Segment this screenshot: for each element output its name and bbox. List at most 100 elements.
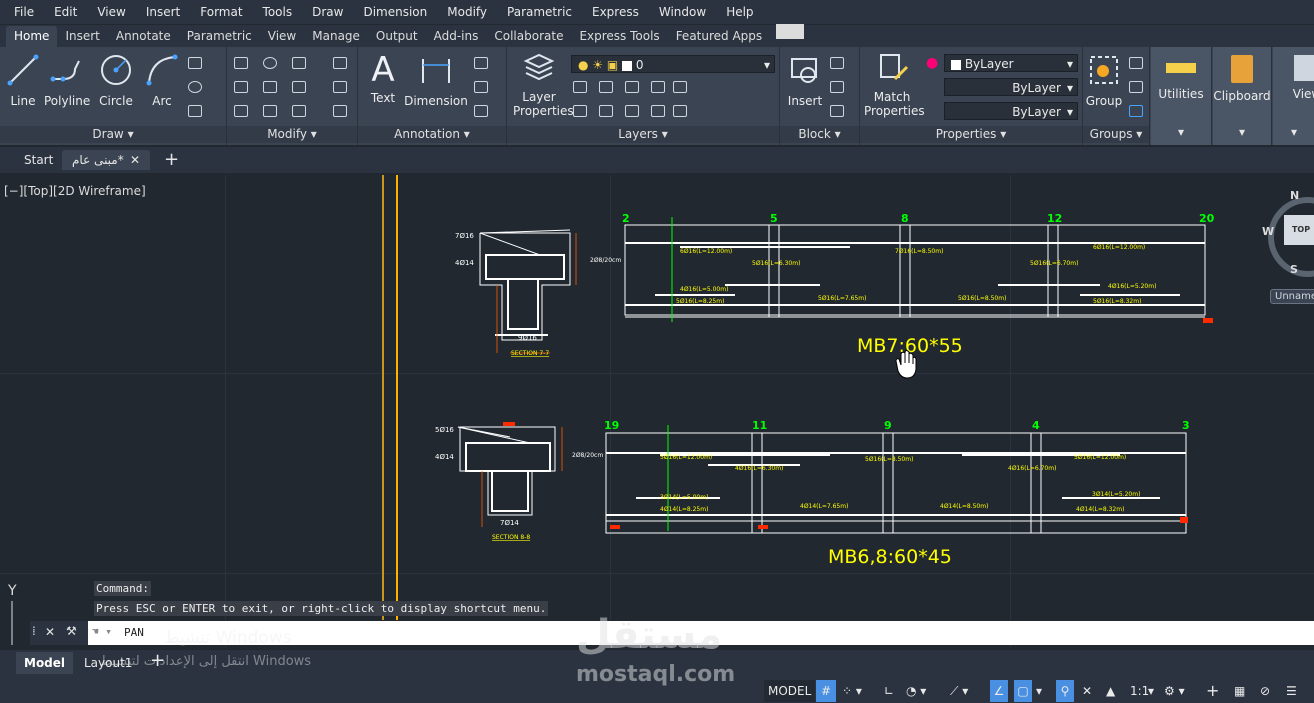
mirror-icon[interactable] bbox=[263, 81, 277, 93]
layer-tool-icon-10[interactable] bbox=[673, 105, 687, 117]
rotate-icon[interactable] bbox=[263, 57, 277, 69]
text-button[interactable]: A Text bbox=[366, 53, 400, 105]
tab-collaborate[interactable]: Collaborate bbox=[486, 26, 571, 47]
move-icon[interactable] bbox=[234, 57, 248, 69]
stretch-icon[interactable] bbox=[234, 105, 248, 117]
workspace-gear-icon[interactable]: ⚙ ▾ bbox=[1164, 680, 1185, 702]
menu-window[interactable]: Window bbox=[649, 5, 716, 19]
chevron-down-icon[interactable]: ▾ bbox=[1148, 680, 1154, 702]
grip-icon[interactable]: ⁞ bbox=[32, 624, 36, 638]
utilities-button[interactable]: Utilities bbox=[1151, 57, 1211, 101]
scale-dropdown[interactable]: 1:1 bbox=[1130, 680, 1149, 702]
tab-manage[interactable]: Manage bbox=[304, 26, 368, 47]
group-select-icon[interactable] bbox=[1129, 105, 1143, 117]
polar-icon[interactable]: ◔ ▾ bbox=[906, 680, 926, 702]
menu-format[interactable]: Format bbox=[190, 5, 252, 19]
scale-icon[interactable] bbox=[263, 105, 277, 117]
utilities-panel[interactable]: Utilities ▾ bbox=[1151, 47, 1212, 145]
groups-panel-title[interactable]: Groups ▾ bbox=[1083, 126, 1149, 143]
clipboard-button[interactable]: Clipboard bbox=[1213, 55, 1271, 103]
layer-tool-icon-6[interactable] bbox=[573, 105, 587, 117]
isodraft-icon[interactable]: ⟋ ▾ bbox=[950, 680, 968, 702]
properties-panel-title[interactable]: Properties ▾ bbox=[860, 126, 1082, 143]
grid-icon[interactable]: # bbox=[816, 680, 836, 702]
hatch-icon[interactable] bbox=[188, 105, 202, 117]
menu-dimension[interactable]: Dimension bbox=[353, 5, 437, 19]
group-edit-icon[interactable] bbox=[1129, 81, 1143, 93]
layer-tool-icon-1[interactable] bbox=[573, 81, 587, 93]
customize-icon[interactable]: ☰ bbox=[1286, 680, 1297, 702]
tab-featured-apps[interactable]: Featured Apps bbox=[668, 26, 770, 47]
annotation-panel-title[interactable]: Annotation ▾ bbox=[358, 126, 506, 143]
leader-list-icon[interactable] bbox=[474, 81, 488, 93]
layer-tool-icon-5[interactable] bbox=[673, 81, 687, 93]
menu-edit[interactable]: Edit bbox=[44, 5, 87, 19]
polyline-button[interactable]: Polyline bbox=[44, 53, 90, 108]
menu-insert[interactable]: Insert bbox=[136, 5, 190, 19]
view-panel[interactable]: View ▾ bbox=[1273, 47, 1314, 145]
compass-west[interactable]: W bbox=[1262, 225, 1274, 238]
compass-south[interactable]: S bbox=[1290, 263, 1298, 276]
offset-icon[interactable] bbox=[333, 105, 347, 117]
model-space-button[interactable]: MODEL bbox=[764, 680, 816, 702]
compass-north[interactable]: N bbox=[1290, 189, 1299, 202]
arc-button[interactable]: Arc bbox=[144, 53, 180, 108]
tab-parametric[interactable]: Parametric bbox=[179, 26, 260, 47]
layer-tool-icon-4[interactable] bbox=[651, 81, 665, 93]
insert-button[interactable]: Insert bbox=[784, 53, 826, 108]
lineweight-dropdown[interactable]: ByLayer ▾ bbox=[944, 102, 1078, 120]
tab-annotate[interactable]: Annotate bbox=[108, 26, 179, 47]
menu-file[interactable]: File bbox=[0, 5, 44, 19]
snap-icon[interactable]: ⁘ ▾ bbox=[842, 680, 862, 702]
view-button[interactable]: View bbox=[1287, 55, 1314, 101]
units-icon[interactable]: ▦ bbox=[1234, 680, 1245, 702]
menu-parametric[interactable]: Parametric bbox=[497, 5, 582, 19]
layer-tool-icon-7[interactable] bbox=[599, 105, 613, 117]
dimension-button[interactable]: Dimension bbox=[404, 53, 468, 108]
block-panel-title[interactable]: Block ▾ bbox=[780, 126, 859, 143]
ungroup-icon[interactable] bbox=[1129, 57, 1143, 69]
erase-icon[interactable] bbox=[333, 57, 347, 69]
create-block-icon[interactable] bbox=[830, 57, 844, 69]
tab-home[interactable]: Home bbox=[6, 26, 58, 47]
start-tab[interactable]: Start bbox=[14, 150, 63, 170]
command-input[interactable]: PAN bbox=[124, 626, 144, 639]
leader-icon[interactable] bbox=[474, 57, 488, 69]
menu-view[interactable]: View bbox=[87, 5, 135, 19]
object-snap-icon[interactable]: ▢ bbox=[1014, 680, 1032, 702]
layer-properties-button[interactable]: Layer Properties bbox=[513, 53, 574, 118]
draw-panel-title[interactable]: Draw ▾ bbox=[0, 126, 226, 143]
layer-tool-icon-3[interactable] bbox=[625, 81, 639, 93]
layer-tool-icon-9[interactable] bbox=[651, 105, 665, 117]
model-tab[interactable]: Model bbox=[16, 652, 74, 674]
edit-block-icon[interactable] bbox=[830, 81, 844, 93]
add-icon[interactable]: + bbox=[1206, 680, 1219, 702]
close-tab-icon[interactable]: ✕ bbox=[126, 150, 144, 170]
circle-button[interactable]: Circle bbox=[96, 53, 136, 108]
layer-tool-icon-8[interactable] bbox=[625, 105, 639, 117]
line-button[interactable]: Line bbox=[6, 53, 40, 108]
ribbon-toggle-icon[interactable] bbox=[770, 22, 810, 47]
ellipse-icon[interactable] bbox=[188, 81, 202, 93]
modify-panel-title[interactable]: Modify ▾ bbox=[227, 126, 357, 143]
layers-panel-title[interactable]: Layers ▾ bbox=[507, 126, 779, 143]
annotation-scale-icon[interactable]: ▲ bbox=[1106, 680, 1115, 702]
edit-attributes-icon[interactable] bbox=[830, 105, 844, 117]
table-icon[interactable] bbox=[474, 105, 488, 117]
menu-draw[interactable]: Draw bbox=[302, 5, 353, 19]
tab-view[interactable]: View bbox=[260, 26, 304, 47]
ortho-icon[interactable]: ∟ bbox=[884, 680, 894, 702]
tab-output[interactable]: Output bbox=[368, 26, 426, 47]
object-snap-tracking-icon[interactable]: ∠ bbox=[990, 680, 1008, 702]
close-command-icon[interactable]: ✕ bbox=[45, 625, 55, 639]
array-icon[interactable] bbox=[292, 105, 306, 117]
layer-dropdown[interactable]: ● ☀ ▣ 0 ▾ bbox=[571, 55, 775, 73]
linetype-dropdown[interactable]: ByLayer ▾ bbox=[944, 78, 1078, 96]
explode-icon[interactable] bbox=[333, 81, 347, 93]
ucs-menu[interactable]: Unnamed bbox=[1270, 289, 1314, 304]
chevron-down-icon[interactable]: ▾ bbox=[1036, 680, 1042, 702]
menu-tools[interactable]: Tools bbox=[253, 5, 303, 19]
color-dropdown[interactable]: ByLayer ▾ bbox=[944, 54, 1078, 72]
copy-icon[interactable] bbox=[234, 81, 248, 93]
viewcube[interactable]: N W S TOP Unnamed bbox=[1262, 189, 1314, 309]
